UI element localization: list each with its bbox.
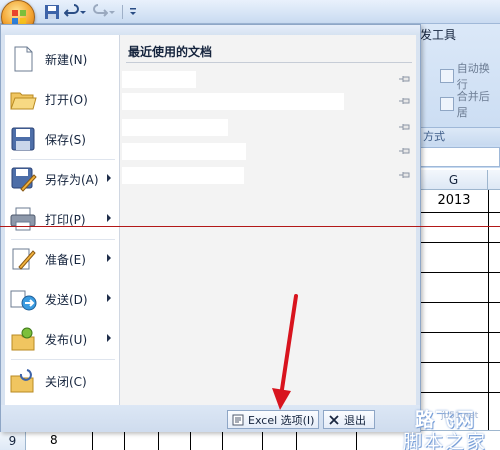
grid-line — [190, 431, 191, 450]
undo-dropdown-icon[interactable] — [79, 4, 87, 20]
recent-document-name — [122, 167, 244, 184]
watermark: 路飞网 jb51.net 脚本之家 — [385, 405, 500, 450]
row-9-header[interactable]: 9 — [0, 431, 26, 450]
menu-item-label: 另存为(A) — [45, 172, 99, 187]
exit-label: 退出 — [344, 413, 366, 427]
menu-item-label: 打印(P) — [45, 212, 86, 227]
exit-button[interactable]: 退出 — [323, 410, 375, 429]
column-header: G — [420, 170, 500, 190]
menu-item-publish[interactable]: 发布(U) — [5, 319, 119, 359]
pin-icon[interactable] — [398, 74, 412, 84]
menu-item-open[interactable]: 打开(O) — [5, 79, 119, 119]
menu-item-label: 发布(U) — [45, 332, 88, 347]
open-folder-icon — [10, 92, 37, 110]
office-logo-icon — [12, 10, 26, 24]
grid-line — [222, 431, 223, 450]
wrap-text-button[interactable]: 自动换行 — [440, 62, 500, 91]
menu-commands: 新建(N) 打开(O) 保存(S) 另存为(A) 打印(P) 准备(E) 发送(… — [5, 35, 119, 405]
merge-icon — [440, 97, 454, 111]
grid-line — [296, 431, 297, 450]
undo-icon[interactable] — [64, 4, 80, 20]
send-icon — [10, 290, 37, 311]
new-document-icon — [14, 46, 33, 72]
save-as-icon — [11, 167, 37, 192]
qat-separator — [122, 5, 123, 19]
office-menu: 新建(N) 打开(O) 保存(S) 另存为(A) 打印(P) 准备(E) 发送(… — [0, 24, 421, 432]
annotation-line — [0, 226, 500, 227]
grid-line — [124, 431, 125, 450]
exit-x-icon — [329, 414, 339, 425]
recent-document-4[interactable] — [122, 143, 412, 160]
menu-separator — [11, 359, 115, 360]
merge-center-button[interactable]: 合并后居 — [440, 90, 500, 119]
recent-document-name — [122, 143, 246, 160]
save-disk-icon — [11, 127, 35, 151]
ribbon-group-label: 方式 — [420, 127, 500, 145]
prepare-icon — [12, 248, 36, 270]
customize-qat-icon[interactable] — [128, 4, 138, 20]
pin-icon[interactable] — [398, 96, 412, 106]
save-icon[interactable] — [44, 4, 60, 20]
submenu-arrow-icon — [107, 254, 111, 262]
recent-document-1[interactable] — [122, 71, 412, 88]
cell-year[interactable]: 2013 — [420, 190, 488, 212]
menu-item-close[interactable]: 关闭(C) — [5, 361, 119, 401]
watermark-text: 脚本之家 — [403, 431, 488, 450]
grid-line — [262, 431, 263, 450]
menu-item-save-as[interactable]: 另存为(A) — [5, 159, 119, 199]
printer-icon — [10, 207, 36, 231]
recent-document-5[interactable] — [122, 167, 412, 184]
menu-item-label: 准备(E) — [45, 252, 86, 267]
quick-access-toolbar — [0, 0, 500, 24]
row-9-cell[interactable]: 8 — [50, 431, 58, 449]
menu-item-label: 打开(O) — [45, 92, 88, 107]
publish-icon — [11, 327, 35, 351]
redo-icon[interactable] — [92, 4, 108, 20]
menu-item-label: 关闭(C) — [45, 374, 87, 389]
recent-documents-panel: 最近使用的文档 — [119, 35, 416, 405]
options-icon — [232, 414, 244, 425]
formula-bar[interactable] — [420, 147, 500, 167]
menu-item-send[interactable]: 发送(D) — [5, 279, 119, 319]
redo-dropdown-icon[interactable] — [108, 4, 116, 20]
menu-item-print[interactable]: 打印(P) — [5, 199, 119, 239]
menu-item-label: 发送(D) — [45, 292, 88, 307]
grid-line — [356, 431, 357, 450]
submenu-arrow-icon — [107, 294, 111, 302]
grid-line — [158, 431, 159, 450]
recent-documents-title: 最近使用的文档 — [128, 45, 213, 59]
wrap-text-icon — [440, 69, 454, 83]
pin-icon[interactable] — [398, 146, 412, 156]
menu-item-new[interactable]: 新建(N) — [5, 39, 119, 79]
column-g-header[interactable]: G — [420, 170, 488, 190]
merge-center-label: 合并后居 — [456, 90, 490, 119]
excel-options-button[interactable]: Excel 选项(I) — [227, 410, 319, 429]
grid-line — [92, 431, 93, 450]
pin-icon[interactable] — [398, 170, 412, 180]
submenu-arrow-icon — [107, 334, 111, 342]
tab-developer[interactable]: 发工具 — [420, 26, 456, 43]
pin-icon[interactable] — [398, 122, 412, 132]
menu-item-save[interactable]: 保存(S) — [5, 119, 119, 159]
recent-document-name — [122, 71, 196, 88]
menu-item-label: 保存(S) — [45, 132, 86, 147]
menu-item-prepare[interactable]: 准备(E) — [5, 239, 119, 279]
menu-footer: Excel 选项(I) 退出 — [1, 405, 420, 432]
recent-document-2[interactable] — [122, 93, 412, 110]
submenu-arrow-icon — [107, 174, 111, 182]
recent-document-name — [122, 93, 344, 110]
menu-item-label: 新建(N) — [45, 52, 88, 67]
excel-options-label: Excel 选项(I) — [248, 413, 315, 427]
watermark-domain: jb51.net — [441, 411, 479, 421]
menu-top-strip — [1, 25, 420, 35]
close-folder-icon — [10, 369, 34, 393]
submenu-arrow-icon — [107, 214, 111, 222]
recent-documents-divider — [126, 62, 412, 63]
recent-document-name — [122, 119, 228, 136]
recent-document-3[interactable] — [122, 119, 412, 136]
